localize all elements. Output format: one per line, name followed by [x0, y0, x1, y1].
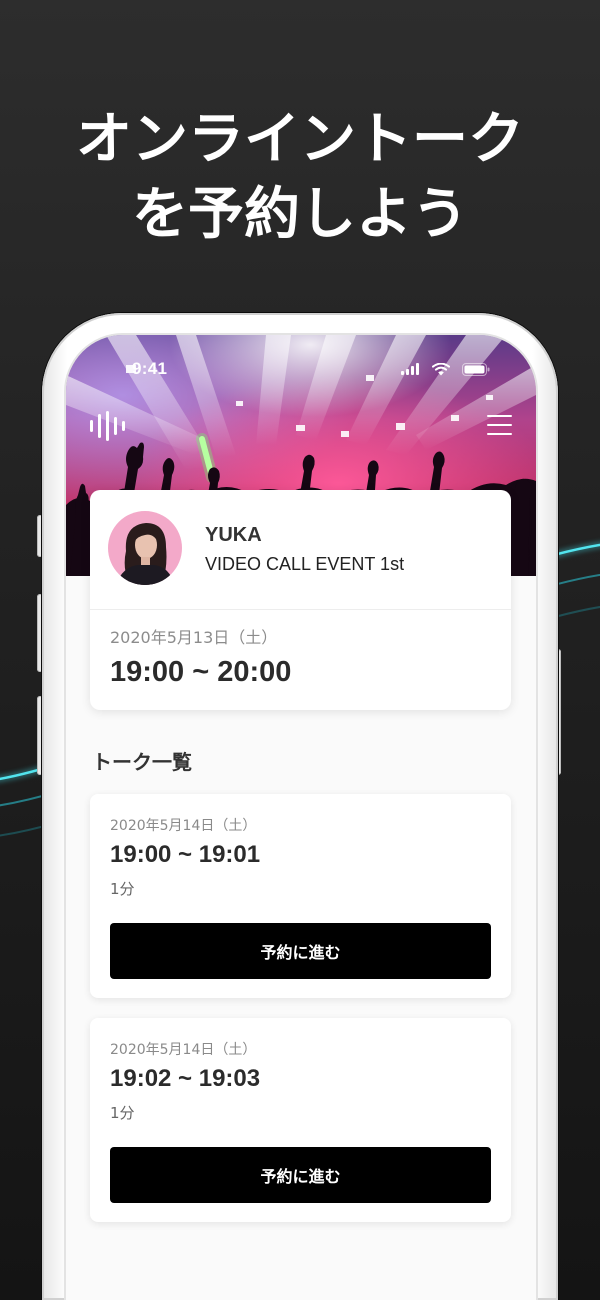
talk-slot-card: 2020年5月14日（土） 19:02 ~ 19:03 1分 予約に進む [90, 1018, 511, 1222]
signal-icon [401, 363, 419, 375]
menu-icon-bar [487, 424, 512, 426]
performer-photo [108, 511, 182, 585]
talk-slot-date: 2020年5月14日（土） [110, 1042, 257, 1058]
app-promo-screen: オンライントーク を予約しよう 9:41 YUKA VIDEO CALL EVE… [0, 0, 600, 1300]
wifi-icon [432, 363, 450, 376]
card-divider [90, 609, 511, 610]
talk-slot-duration: 1分 [110, 880, 135, 898]
event-time-range: 19:00 ~ 20:00 [110, 656, 292, 688]
status-bar-time: 9:41 [132, 359, 168, 378]
event-date: 2020年5月13日（土） [110, 628, 278, 647]
reserve-button[interactable]: 予約に進む [110, 923, 491, 979]
talk-slot-duration: 1分 [110, 1104, 135, 1122]
app-logo-icon[interactable] [90, 411, 127, 441]
talk-slot-card: 2020年5月14日（土） 19:00 ~ 19:01 1分 予約に進む [90, 794, 511, 998]
phone-frame: 9:41 YUKA VIDEO CALL EVENT 1st 2020年5月13… [42, 313, 558, 1300]
headline-line-1: オンライントーク [76, 107, 524, 172]
menu-icon-bar [487, 415, 512, 417]
talk-list-heading: トーク一覧 [92, 750, 192, 774]
headline-line-2: を予約しよう [132, 182, 468, 247]
talk-slot-time: 19:00 ~ 19:01 [110, 841, 261, 868]
status-bar-icons [401, 363, 493, 377]
app-logo-icon-graphic [90, 411, 125, 441]
event-performer-name: YUKA [205, 524, 262, 546]
avatar [108, 511, 182, 585]
reserve-button[interactable]: 予約に進む [110, 1147, 491, 1203]
event-card: YUKA VIDEO CALL EVENT 1st 2020年5月13日（土） … [90, 490, 511, 710]
promo-headline: オンライントーク を予約しよう [0, 102, 600, 252]
talk-slot-time: 19:02 ~ 19:03 [110, 1065, 261, 1092]
battery-icon [462, 363, 490, 376]
menu-icon-bar [487, 433, 512, 435]
menu-icon[interactable] [487, 414, 512, 436]
phone-screen: 9:41 YUKA VIDEO CALL EVENT 1st 2020年5月13… [66, 335, 536, 1300]
event-title: VIDEO CALL EVENT 1st [205, 554, 405, 574]
talk-slot-date: 2020年5月14日（土） [110, 818, 257, 834]
